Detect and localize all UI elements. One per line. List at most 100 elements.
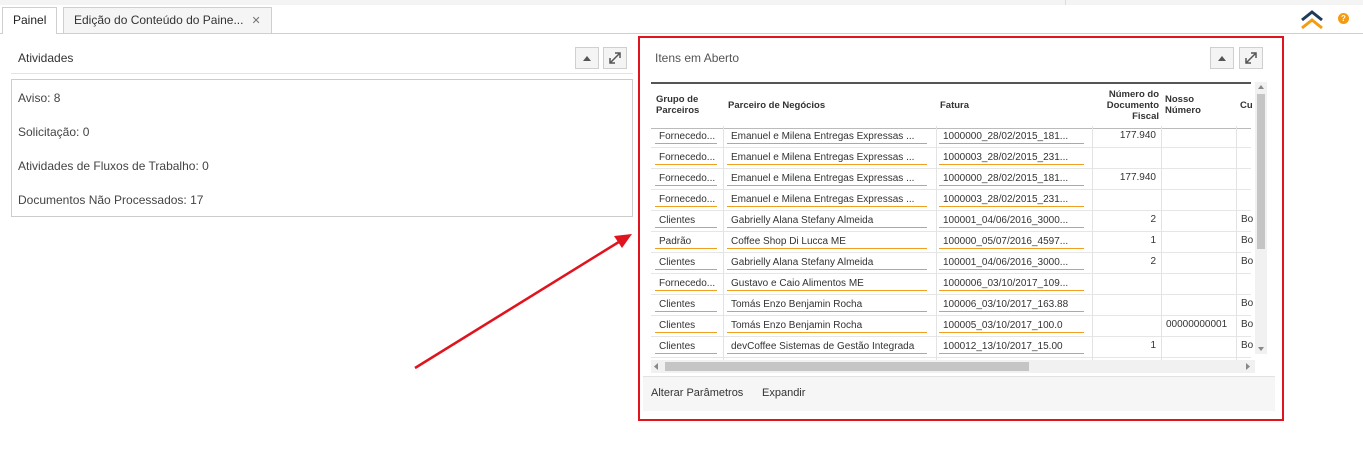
table-cell[interactable]: Fornecedo...	[655, 127, 717, 144]
chevron-double-up-icon[interactable]	[1299, 8, 1325, 30]
table-cell[interactable]: 1000000_28/02/2015_181...	[939, 169, 1084, 186]
table-cell	[1162, 210, 1235, 231]
table-cell[interactable]: 100000_05/07/2016_4597...	[939, 232, 1084, 249]
table-cell: 177.940	[1119, 130, 1156, 141]
activities-title: Atividades	[18, 51, 74, 65]
table-cell[interactable]: 100012_13/10/2017_15.00	[939, 337, 1084, 354]
column-header[interactable]: Cu	[1240, 100, 1255, 111]
table-cell[interactable]: Clientes	[655, 253, 717, 270]
column-header[interactable]: Nosso Número	[1165, 94, 1225, 116]
change-parameters-link[interactable]: Alterar Parâmetros	[651, 387, 743, 399]
table-cell[interactable]: Gabrielly Alana Stefany Almeida	[727, 253, 927, 270]
column-divider	[936, 126, 937, 372]
maximize-button[interactable]	[603, 47, 627, 69]
table-cell[interactable]: Fornecedo...	[655, 148, 717, 165]
open-items-grid: Grupo de Parceiros Parceiro de Negócios …	[651, 82, 1255, 372]
expand-arrows-icon	[1245, 52, 1257, 64]
table-cell[interactable]: 1000000_28/02/2015_181...	[939, 127, 1084, 144]
scroll-down-icon[interactable]	[1255, 344, 1267, 354]
table-cell	[1162, 252, 1235, 273]
table-cell[interactable]: 100005_03/10/2017_100.0	[939, 316, 1084, 333]
table-cell	[1093, 315, 1160, 336]
table-cell: 1	[1150, 235, 1156, 246]
column-divider	[1236, 126, 1237, 372]
table-cell[interactable]: devCoffee Sistemas de Gestão Integrada	[727, 337, 927, 354]
maximize-button[interactable]	[1239, 47, 1263, 69]
table-cell	[1093, 189, 1160, 210]
table-cell[interactable]: Clientes	[655, 337, 717, 354]
table-cell[interactable]: 1000003_28/02/2015_231...	[939, 148, 1084, 165]
table-cell	[1162, 126, 1235, 147]
table-cell: Bo	[1241, 340, 1254, 351]
column-header[interactable]: Parceiro de Negócios	[728, 100, 928, 111]
table-cell: Bo	[1241, 256, 1254, 267]
table-cell[interactable]: 1000006_03/10/2017_109...	[939, 274, 1084, 291]
table-cell[interactable]: 100006_03/10/2017_163.88	[939, 295, 1084, 312]
table-cell	[1237, 273, 1255, 294]
table-cell	[1162, 336, 1235, 357]
table-cell[interactable]: Emanuel e Milena Entregas Expressas ...	[727, 190, 927, 207]
table-cell: Bo	[1241, 298, 1254, 309]
table-cell	[1237, 189, 1255, 210]
table-cell[interactable]: Clientes	[655, 295, 717, 312]
table-cell: Bo	[1241, 319, 1254, 330]
tab-bar: Painel Edição do Conteúdo do Paine... ✕	[0, 5, 1363, 34]
table-cell[interactable]: Tomás Enzo Benjamin Rocha	[727, 295, 927, 312]
horizontal-scroll-thumb[interactable]	[665, 362, 1029, 371]
horizontal-scrollbar[interactable]	[651, 360, 1255, 373]
help-icon[interactable]: ?	[1338, 13, 1349, 24]
activity-line[interactable]: Atividades de Fluxos de Trabalho: 0	[18, 159, 209, 173]
scroll-up-icon[interactable]	[1255, 82, 1267, 92]
open-items-panel: Itens em Aberto Grupo de Parceiros Parce…	[643, 42, 1275, 411]
activity-line[interactable]: Documentos Não Processados: 17	[18, 193, 203, 207]
triangle-up-icon	[1218, 56, 1226, 61]
activity-line[interactable]: Aviso: 8	[18, 91, 60, 105]
table-cell	[1237, 126, 1255, 147]
tab-painel[interactable]: Painel	[2, 7, 58, 34]
table-cell[interactable]: Emanuel e Milena Entregas Expressas ...	[727, 127, 927, 144]
table-cell: 2	[1150, 214, 1156, 225]
table-cell[interactable]: Gustavo e Caio Alimentos ME	[727, 274, 927, 291]
close-icon[interactable]: ✕	[251, 15, 260, 27]
column-divider	[723, 126, 724, 372]
table-cell	[1162, 294, 1235, 315]
table-cell	[1162, 147, 1235, 168]
table-cell[interactable]: 100001_04/06/2016_3000...	[939, 253, 1084, 270]
activities-panel: Atividades Aviso: 8 Solicitação: 0 Ativi…	[11, 42, 633, 217]
table-cell[interactable]: Clientes	[655, 316, 717, 333]
column-header[interactable]: Número do Documento Fiscal	[1094, 89, 1159, 122]
grid-header: Grupo de Parceiros Parceiro de Negócios …	[651, 82, 1253, 129]
triangle-up-icon	[583, 56, 591, 61]
expand-arrows-icon	[609, 52, 621, 64]
table-cell[interactable]: 1000003_28/02/2015_231...	[939, 190, 1084, 207]
table-cell[interactable]: Fornecedo...	[655, 169, 717, 186]
scroll-right-icon[interactable]	[1243, 360, 1253, 373]
expand-link[interactable]: Expandir	[762, 387, 805, 399]
table-cell	[1162, 231, 1235, 252]
table-cell[interactable]: Padrão	[655, 232, 717, 249]
collapse-button[interactable]	[575, 47, 599, 69]
scroll-left-icon[interactable]	[651, 360, 661, 373]
table-cell[interactable]: 100001_04/06/2016_3000...	[939, 211, 1084, 228]
table-cell[interactable]: Emanuel e Milena Entregas Expressas ...	[727, 169, 927, 186]
table-cell[interactable]: Emanuel e Milena Entregas Expressas ...	[727, 148, 927, 165]
open-items-title: Itens em Aberto	[655, 51, 740, 65]
table-cell	[1237, 147, 1255, 168]
table-cell[interactable]: Tomás Enzo Benjamin Rocha	[727, 316, 927, 333]
column-header[interactable]: Fatura	[940, 100, 1080, 111]
table-cell: Bo	[1241, 214, 1254, 225]
table-cell[interactable]: Fornecedo...	[655, 190, 717, 207]
activity-line[interactable]: Solicitação: 0	[18, 125, 89, 139]
vertical-scrollbar[interactable]	[1255, 82, 1267, 354]
table-cell: 177.940	[1119, 172, 1156, 183]
collapse-button[interactable]	[1210, 47, 1234, 69]
table-cell[interactable]: Clientes	[655, 211, 717, 228]
table-cell[interactable]: Gabrielly Alana Stefany Almeida	[727, 211, 927, 228]
table-cell[interactable]: Fornecedo...	[655, 274, 717, 291]
table-cell[interactable]: Coffee Shop Di Lucca ME	[727, 232, 927, 249]
table-cell	[1093, 294, 1160, 315]
column-header[interactable]: Grupo de Parceiros	[656, 94, 720, 116]
vertical-scroll-thumb[interactable]	[1257, 94, 1265, 249]
tab-edicao-conteudo[interactable]: Edição do Conteúdo do Paine... ✕	[63, 7, 272, 33]
panel-footer: Alterar Parâmetros Expandir	[643, 376, 1275, 411]
